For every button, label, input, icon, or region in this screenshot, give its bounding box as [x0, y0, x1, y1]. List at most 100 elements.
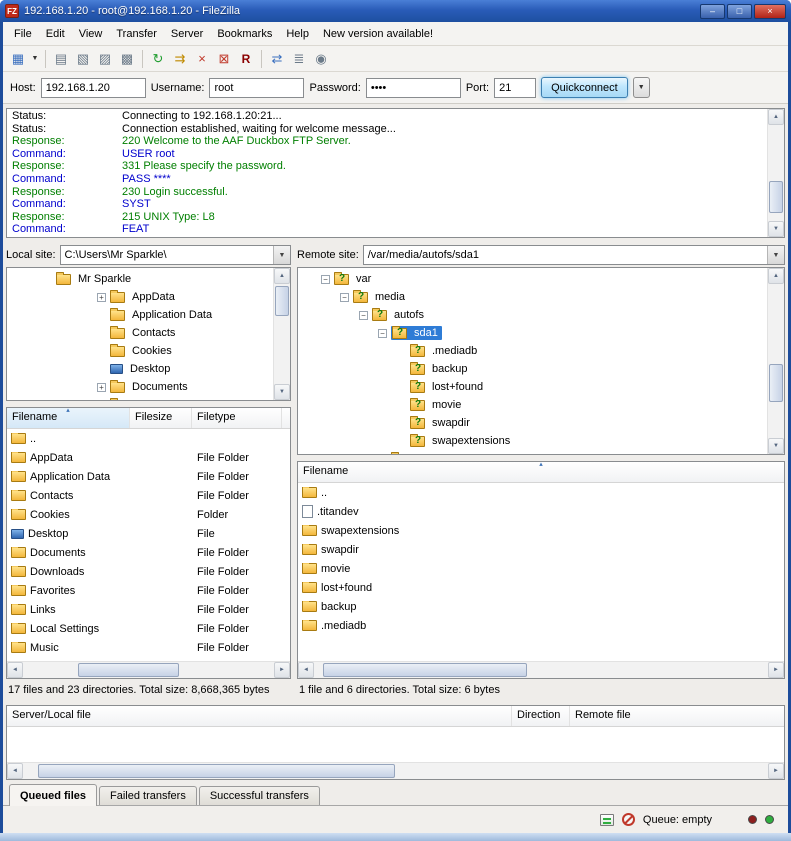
- compare-icon[interactable]: ⇄: [266, 48, 288, 70]
- speed-limits-icon[interactable]: [622, 813, 635, 826]
- site-manager-dropdown-icon[interactable]: ▼: [29, 48, 41, 70]
- file-row[interactable]: ContactsFile Folder: [7, 486, 290, 505]
- menu-server[interactable]: Server: [164, 25, 210, 43]
- scroll-down-icon[interactable]: ▼: [768, 438, 784, 454]
- file-row[interactable]: FavoritesFile Folder: [7, 581, 290, 600]
- scroll-right-icon[interactable]: ►: [768, 662, 784, 678]
- tree-item[interactable]: Desktop: [7, 360, 273, 378]
- tree-item[interactable]: lost+found: [298, 378, 767, 396]
- file-row[interactable]: LinksFile Folder: [7, 600, 290, 619]
- local-list-hscrollbar[interactable]: ◄ ►: [7, 661, 290, 678]
- scroll-left-icon[interactable]: ◄: [7, 763, 23, 779]
- scroll-left-icon[interactable]: ◄: [298, 662, 314, 678]
- scrollbar-thumb[interactable]: [275, 286, 289, 316]
- column-header-filetype[interactable]: Filetype: [192, 408, 282, 428]
- chevron-down-icon[interactable]: ▼: [767, 246, 784, 264]
- local-site-combo[interactable]: C:\Users\Mr Sparkle\ ▼: [60, 245, 291, 265]
- close-button[interactable]: ×: [754, 4, 786, 19]
- tree-item[interactable]: var: [298, 270, 767, 288]
- file-row[interactable]: CookiesFolder: [7, 505, 290, 524]
- file-row[interactable]: AppDataFile Folder: [7, 448, 290, 467]
- column-header-filename[interactable]: ▴Filename: [7, 408, 130, 428]
- quickconnect-button[interactable]: Quickconnect: [541, 77, 628, 98]
- tree-item[interactable]: swapextensions: [298, 432, 767, 450]
- scrollbar-thumb[interactable]: [769, 181, 783, 213]
- log-scrollbar[interactable]: ▲ ▼: [767, 109, 784, 237]
- tab-successful-transfers[interactable]: Successful transfers: [199, 786, 320, 805]
- maximize-button[interactable]: □: [727, 4, 752, 19]
- file-row[interactable]: Local SettingsFile Folder: [7, 619, 290, 638]
- scroll-right-icon[interactable]: ►: [274, 662, 290, 678]
- remote-tree-scrollbar[interactable]: ▲ ▼: [767, 268, 784, 454]
- tree-item[interactable]: swapdir: [298, 414, 767, 432]
- menu-new-version-notice[interactable]: New version available!: [316, 25, 440, 43]
- column-header-remote-file[interactable]: Remote file: [570, 706, 784, 726]
- tree-item[interactable]: autofs: [298, 306, 767, 324]
- chevron-down-icon[interactable]: ▼: [273, 246, 290, 264]
- minimize-button[interactable]: –: [700, 4, 725, 19]
- tree-item[interactable]: Application Data: [7, 306, 273, 324]
- collapse-icon[interactable]: [378, 329, 387, 338]
- file-row[interactable]: lost+found: [298, 578, 784, 597]
- menu-bookmarks[interactable]: Bookmarks: [210, 25, 279, 43]
- sync-browsing-icon[interactable]: ≣: [288, 48, 310, 70]
- collapse-icon[interactable]: [340, 293, 349, 302]
- cancel-icon[interactable]: ×: [191, 48, 213, 70]
- tree-item[interactable]: Downloads: [7, 396, 273, 400]
- file-row[interactable]: movie: [298, 559, 784, 578]
- quickconnect-dropdown-icon[interactable]: ▼: [633, 77, 650, 98]
- scroll-left-icon[interactable]: ◄: [7, 662, 23, 678]
- tab-queued-files[interactable]: Queued files: [9, 784, 97, 806]
- site-manager-icon[interactable]: ▦: [7, 48, 29, 70]
- menu-transfer[interactable]: Transfer: [109, 25, 164, 43]
- column-header-direction[interactable]: Direction: [512, 706, 570, 726]
- file-row[interactable]: backup: [298, 597, 784, 616]
- toggle-message-log-icon[interactable]: ▤: [50, 48, 72, 70]
- file-row[interactable]: DesktopFile: [7, 524, 290, 543]
- tree-item[interactable]: backup: [298, 360, 767, 378]
- menu-file[interactable]: File: [7, 25, 39, 43]
- menu-view[interactable]: View: [72, 25, 110, 43]
- scrollbar-thumb[interactable]: [38, 764, 396, 778]
- tree-item[interactable]: Mr Sparkle: [7, 270, 273, 288]
- tab-failed-transfers[interactable]: Failed transfers: [99, 786, 197, 805]
- scrollbar-thumb[interactable]: [78, 663, 178, 677]
- disconnect-icon[interactable]: ⊠: [213, 48, 235, 70]
- tree-item[interactable]: media: [298, 288, 767, 306]
- tree-item-selected[interactable]: sda1: [298, 324, 767, 342]
- remote-site-combo[interactable]: /var/media/autofs/sda1 ▼: [363, 245, 785, 265]
- refresh-icon[interactable]: ↻: [147, 48, 169, 70]
- queue-view-icon[interactable]: [600, 814, 614, 826]
- tree-item[interactable]: dvd: [298, 450, 767, 454]
- password-input[interactable]: [366, 78, 461, 98]
- column-header-server-local-file[interactable]: Server/Local file: [7, 706, 512, 726]
- toggle-queue-icon[interactable]: ▩: [116, 48, 138, 70]
- scroll-down-icon[interactable]: ▼: [768, 221, 784, 237]
- file-row[interactable]: Application DataFile Folder: [7, 467, 290, 486]
- process-queue-icon[interactable]: ⇉: [169, 48, 191, 70]
- file-row[interactable]: swapdir: [298, 540, 784, 559]
- column-header-filesize[interactable]: Filesize: [130, 408, 192, 428]
- file-row[interactable]: ..: [298, 483, 784, 502]
- file-row[interactable]: swapextensions: [298, 521, 784, 540]
- file-row[interactable]: ..: [7, 429, 290, 448]
- scroll-up-icon[interactable]: ▲: [274, 268, 290, 284]
- menu-edit[interactable]: Edit: [39, 25, 72, 43]
- file-row[interactable]: DocumentsFile Folder: [7, 543, 290, 562]
- scroll-right-icon[interactable]: ►: [768, 763, 784, 779]
- host-input[interactable]: [41, 78, 146, 98]
- tree-item[interactable]: .mediadb: [298, 342, 767, 360]
- expand-icon[interactable]: [97, 293, 106, 302]
- scrollbar-thumb[interactable]: [323, 663, 527, 677]
- file-row[interactable]: DownloadsFile Folder: [7, 562, 290, 581]
- scrollbar-thumb[interactable]: [769, 364, 783, 402]
- toggle-local-tree-icon[interactable]: ▧: [72, 48, 94, 70]
- port-input[interactable]: [494, 78, 536, 98]
- scroll-up-icon[interactable]: ▲: [768, 268, 784, 284]
- tree-item[interactable]: Documents: [7, 378, 273, 396]
- scroll-up-icon[interactable]: ▲: [768, 109, 784, 125]
- expand-icon[interactable]: [97, 383, 106, 392]
- reconnect-icon[interactable]: R: [235, 48, 257, 70]
- tree-item[interactable]: Contacts: [7, 324, 273, 342]
- file-row[interactable]: MusicFile Folder: [7, 638, 290, 657]
